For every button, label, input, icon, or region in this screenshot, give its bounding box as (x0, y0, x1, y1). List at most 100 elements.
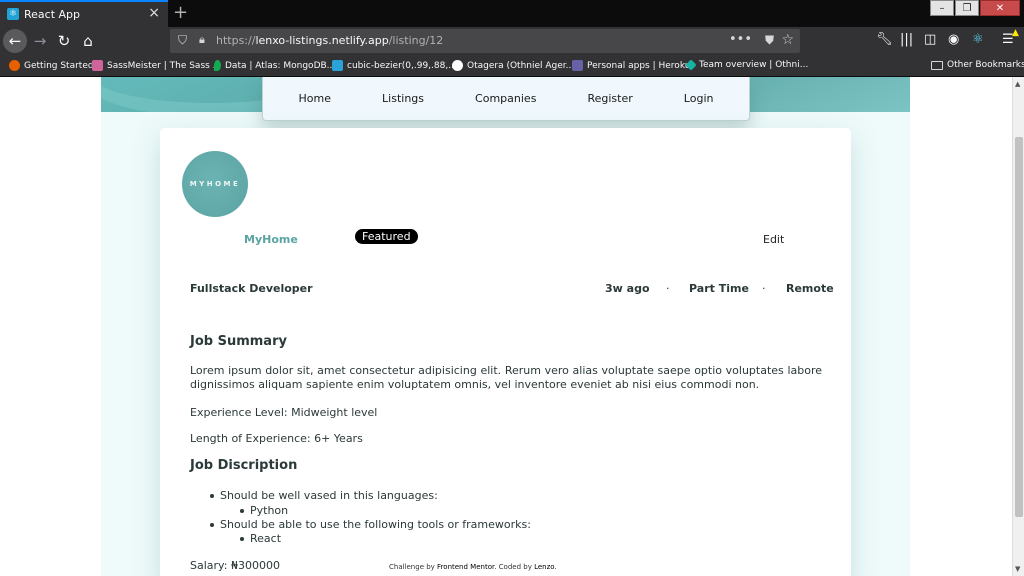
browser-toolbar: ← → ↻ ⌂ ⛉ 🔒︎ https://lenxo-listings.netl… (0, 27, 1024, 55)
bullet-icon (210, 522, 214, 527)
react-devtools-icon[interactable]: ⚛ (972, 32, 984, 47)
bookmark-label: Getting Started (24, 60, 94, 71)
bookmark-label: Otagera (Othniel Ager... (467, 60, 575, 71)
scroll-down-icon[interactable]: ▼ (1015, 565, 1020, 573)
company-logo: MYHOME (182, 151, 248, 217)
warning-icon: ▲ (1012, 28, 1019, 38)
reload-icon[interactable]: ↻ (53, 30, 75, 52)
frontend-mentor-link[interactable]: Frontend Mentor (437, 563, 494, 571)
sassmeister-icon (92, 60, 103, 71)
meta-separator: · (762, 282, 766, 295)
listing-card: MYHOME MyHome Featured Edit Fullstack De… (160, 128, 851, 576)
restore-button[interactable]: ❐ (955, 0, 979, 16)
bookmark-label: SassMeister | The Sass ... (107, 60, 222, 71)
bookmarks-bar: Getting Started SassMeister | The Sass .… (0, 55, 1024, 77)
nav-register[interactable]: Register (587, 92, 632, 105)
meta-separator: · (666, 282, 670, 295)
contract-type: Part Time (689, 282, 749, 295)
bullet-icon (210, 493, 214, 498)
bookmark-sassmeister[interactable]: SassMeister | The Sass ... (92, 60, 221, 71)
bookmark-mongodb[interactable]: Data | Atlas: MongoDB... (214, 60, 335, 71)
bookmark-cubic-bezier[interactable]: cubic-bezier(0,.99,.88,... (332, 60, 457, 71)
home-icon[interactable]: ⌂ (77, 30, 99, 52)
folder-icon (931, 60, 943, 70)
nav-login[interactable]: Login (684, 92, 714, 105)
job-summary-heading: Job Summary (190, 334, 287, 349)
job-summary-text: Lorem ipsum dolor sit, amet consectetur … (190, 364, 822, 391)
bookmark-label: Personal apps | Heroku (587, 60, 691, 71)
footer-suffix: . (554, 563, 557, 571)
bookmark-getting-started[interactable]: Getting Started (9, 60, 94, 71)
footer-middle: . Coded by (494, 563, 535, 571)
tab-bar: ⚛ React App × + – ❐ ✕ (0, 0, 1024, 27)
bookmark-label: cubic-bezier(0,.99,.88,... (347, 60, 457, 71)
job-description-heading: Job Discription (190, 458, 298, 473)
posted-at: 3w ago (605, 282, 650, 295)
salary: Salary: ₦300000 (190, 559, 280, 572)
vertical-scrollbar[interactable]: ▲ ▼ (1012, 77, 1024, 576)
cubic-bezier-icon (332, 60, 343, 71)
logo-text: MYHOME (189, 180, 241, 188)
other-bookmarks[interactable]: Other Bookmarks (931, 60, 1024, 70)
close-tab-icon[interactable]: × (148, 5, 160, 21)
requirement-text: Should be able to use the following tool… (220, 518, 531, 531)
heroku-icon (572, 60, 583, 71)
sidebar-icon[interactable]: ◫ (924, 32, 936, 47)
firefox-icon (9, 60, 20, 71)
tab-title: React App (24, 8, 81, 21)
list-item: Should be well vased in this languages: (210, 489, 438, 502)
experience-level: Experience Level: Midweight level (190, 406, 378, 419)
bookmark-github[interactable]: Otagera (Othniel Ager... (452, 60, 574, 71)
position-title: Fullstack Developer (190, 282, 313, 295)
list-item: Python (240, 504, 288, 517)
site-navigation: Home Listings Companies Register Login (262, 77, 750, 121)
list-item: React (240, 532, 281, 545)
nav-home[interactable]: Home (299, 92, 331, 105)
url-scheme: https:// (216, 34, 256, 47)
location: Remote (786, 282, 834, 295)
requirement-sub-text: React (250, 532, 282, 545)
account-icon[interactable]: ◉ (948, 32, 959, 47)
edit-button[interactable]: Edit (763, 233, 784, 246)
window-controls: – ❐ ✕ (930, 0, 1020, 16)
shield-icon[interactable]: ⛉ (178, 33, 187, 48)
react-favicon-icon: ⚛ (7, 8, 19, 20)
experience-length: Length of Experience: 6+ Years (190, 432, 363, 445)
bookmark-team-overview[interactable]: Team overview | Othni... (685, 59, 809, 71)
attribution-footer: Challenge by Frontend Mentor. Coded by L… (389, 563, 557, 571)
url-text[interactable]: https://lenxo-listings.netlify.app/listi… (216, 34, 443, 47)
page-viewport: Home Listings Companies Register Login M… (0, 77, 1012, 576)
company-name: MyHome (244, 233, 298, 246)
pocket-icon[interactable]: ⛊ (765, 33, 774, 48)
close-window-button[interactable]: ✕ (980, 0, 1020, 16)
page-actions-icon[interactable]: ••• (729, 32, 752, 47)
browser-tab[interactable]: ⚛ React App × (0, 0, 168, 27)
wrench-icon[interactable]: 🔧︎ (876, 32, 893, 47)
author-link[interactable]: Lenzo (534, 563, 554, 571)
requirement-sub-text: Python (250, 504, 289, 517)
library-icon[interactable]: ||| (900, 32, 913, 47)
list-item: Should be able to use the following tool… (210, 518, 531, 531)
nav-listings[interactable]: Listings (382, 92, 424, 105)
other-bookmarks-label: Other Bookmarks (947, 60, 1024, 70)
scroll-up-icon[interactable]: ▲ (1015, 80, 1020, 88)
footer-prefix: Challenge by (389, 563, 438, 571)
requirement-text: Should be well vased in this languages: (220, 489, 438, 502)
scrollbar-thumb[interactable] (1015, 137, 1023, 517)
diamond-icon (685, 59, 697, 71)
address-bar[interactable]: ⛉ 🔒︎ https://lenxo-listings.netlify.app/… (170, 29, 800, 53)
new-tab-icon[interactable]: + (173, 2, 188, 23)
featured-badge: Featured (355, 229, 418, 244)
bookmark-heroku[interactable]: Personal apps | Heroku (572, 60, 690, 71)
back-arrow-icon[interactable]: ← (3, 29, 27, 53)
mongodb-leaf-icon (214, 60, 221, 71)
nav-companies[interactable]: Companies (475, 92, 536, 105)
url-host: lenxo-listings.netlify.app (255, 34, 389, 47)
bookmark-label: Team overview | Othni... (699, 60, 809, 70)
forward-arrow-icon[interactable]: → (29, 30, 51, 52)
lock-icon[interactable]: 🔒︎ (199, 33, 205, 47)
bookmark-label: Data | Atlas: MongoDB... (225, 60, 336, 71)
minimize-button[interactable]: – (930, 0, 954, 16)
bookmark-star-icon[interactable]: ☆ (781, 32, 794, 48)
url-path: /listing/12 (388, 34, 444, 47)
